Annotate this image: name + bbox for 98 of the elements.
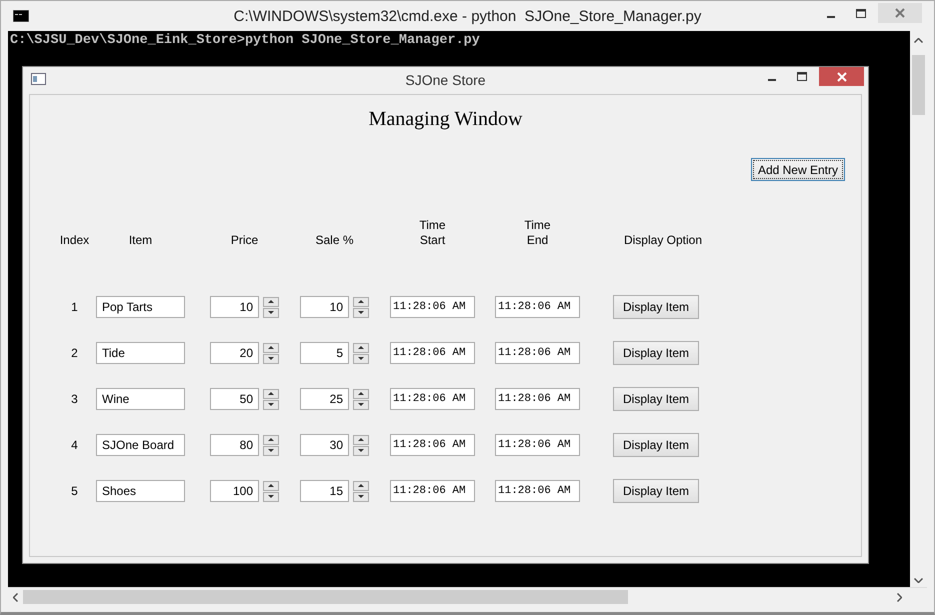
spin-down-button[interactable] xyxy=(263,492,279,502)
window-icon xyxy=(31,73,46,85)
display-item-button[interactable]: Display Item xyxy=(613,341,699,365)
spin-up-button[interactable] xyxy=(263,342,279,352)
time-field[interactable]: 11:28:06 AM xyxy=(390,434,475,456)
display-item-button[interactable]: Display Item xyxy=(613,433,699,457)
down-arrow-icon xyxy=(268,449,274,452)
add-entry-button[interactable]: Add New Entry xyxy=(750,158,845,181)
spin-down-button[interactable] xyxy=(353,308,369,318)
column-header: Index xyxy=(58,233,90,248)
index-cell: 1 xyxy=(71,300,78,314)
down-arrow-icon xyxy=(268,495,274,498)
scroll-thumb[interactable] xyxy=(912,55,925,115)
maximize-icon xyxy=(856,8,866,18)
spin-down-button[interactable] xyxy=(353,446,369,456)
number-field[interactable]: 10 xyxy=(300,296,349,318)
time-field[interactable]: 11:28:06 AM xyxy=(495,434,580,456)
up-arrow-icon xyxy=(358,438,364,441)
time-field[interactable]: 11:28:06 AM xyxy=(495,342,580,364)
display-item-button[interactable]: Display Item xyxy=(613,479,699,503)
spin-down-button[interactable] xyxy=(263,308,279,318)
window-title: C:\WINDOWS\system32\cmd.exe - python SJOne_Store_Manager.py xyxy=(234,8,702,25)
spin-up-button[interactable] xyxy=(353,434,369,444)
number-field[interactable]: 30 xyxy=(300,434,349,456)
maximize-icon xyxy=(797,72,807,81)
number-field[interactable]: 15 xyxy=(300,480,349,502)
spin-up-button[interactable] xyxy=(353,480,369,490)
down-arrow-icon xyxy=(358,403,364,406)
down-arrow-icon xyxy=(358,357,364,360)
index-cell: 4 xyxy=(71,438,78,452)
time-field[interactable]: 11:28:06 AM xyxy=(390,480,475,502)
spin-up-button[interactable] xyxy=(263,434,279,444)
column-header: Time End xyxy=(523,218,552,248)
up-arrow-icon xyxy=(268,346,274,349)
display-item-button[interactable]: Display Item xyxy=(613,387,699,411)
spin-down-button[interactable] xyxy=(353,400,369,410)
number-field[interactable]: 25 xyxy=(300,388,349,410)
spin-up-button[interactable] xyxy=(263,388,279,398)
time-field[interactable]: 11:28:06 AM xyxy=(390,342,475,364)
close-icon xyxy=(836,72,846,82)
down-arrow-icon xyxy=(358,311,364,314)
spin-down-button[interactable] xyxy=(353,492,369,502)
number-field[interactable]: 5 xyxy=(300,342,349,364)
column-header: Display Option xyxy=(622,233,704,248)
console-icon xyxy=(13,10,29,22)
up-arrow-icon xyxy=(358,392,364,395)
time-field[interactable]: 11:28:06 AM xyxy=(390,388,475,410)
number-field[interactable]: 20 xyxy=(210,342,259,364)
number-field[interactable]: 50 xyxy=(210,388,259,410)
down-arrow-icon xyxy=(358,495,364,498)
scroll-thumb[interactable] xyxy=(23,590,628,604)
index-cell: 2 xyxy=(71,346,78,360)
down-arrow-icon xyxy=(268,357,274,360)
window-title: SJOne Store xyxy=(405,72,486,88)
minimize-icon xyxy=(827,16,835,18)
spin-down-button[interactable] xyxy=(263,446,279,456)
time-field[interactable]: 11:28:06 AM xyxy=(495,296,580,318)
close-icon xyxy=(895,8,905,18)
down-arrow-icon xyxy=(358,449,364,452)
close-button[interactable] xyxy=(819,67,864,86)
spin-down-button[interactable] xyxy=(353,354,369,364)
up-arrow-icon xyxy=(268,300,274,303)
time-field[interactable]: 11:28:06 AM xyxy=(390,296,475,318)
number-field[interactable]: 100 xyxy=(210,480,259,502)
up-arrow-icon xyxy=(268,392,274,395)
minimize-icon xyxy=(768,79,776,81)
number-field[interactable]: 10 xyxy=(210,296,259,318)
spin-down-button[interactable] xyxy=(263,400,279,410)
column-header: Time Start xyxy=(418,218,447,248)
item-field[interactable]: Tide xyxy=(96,342,185,364)
spin-up-button[interactable] xyxy=(353,342,369,352)
item-field[interactable]: SJOne Board xyxy=(96,434,185,456)
spin-up-button[interactable] xyxy=(263,296,279,306)
spin-up-button[interactable] xyxy=(353,296,369,306)
heading: Managing Window xyxy=(368,107,522,131)
time-field[interactable]: 11:28:06 AM xyxy=(495,480,580,502)
number-field[interactable]: 80 xyxy=(210,434,259,456)
down-arrow-icon xyxy=(268,403,274,406)
column-header: Price xyxy=(230,233,260,248)
display-item-button[interactable]: Display Item xyxy=(613,295,699,319)
item-field[interactable]: Shoes xyxy=(96,480,185,502)
up-arrow-icon xyxy=(268,438,274,441)
spin-up-button[interactable] xyxy=(263,480,279,490)
up-arrow-icon xyxy=(358,300,364,303)
up-arrow-icon xyxy=(358,346,364,349)
column-header: Item xyxy=(128,233,154,248)
index-cell: 5 xyxy=(71,484,78,498)
up-arrow-icon xyxy=(358,484,364,487)
console-line: C:\SJSU_Dev\SJOne_Eink_Store>python SJOne_Store_Manager.py xyxy=(10,33,481,49)
up-arrow-icon xyxy=(268,484,274,487)
down-arrow-icon xyxy=(268,311,274,314)
item-field[interactable]: Wine xyxy=(96,388,185,410)
spin-down-button[interactable] xyxy=(263,354,279,364)
spin-up-button[interactable] xyxy=(353,388,369,398)
index-cell: 3 xyxy=(71,392,78,406)
time-field[interactable]: 11:28:06 AM xyxy=(495,388,580,410)
item-field[interactable]: Pop Tarts xyxy=(96,296,185,318)
column-header: Sale % xyxy=(314,233,355,248)
